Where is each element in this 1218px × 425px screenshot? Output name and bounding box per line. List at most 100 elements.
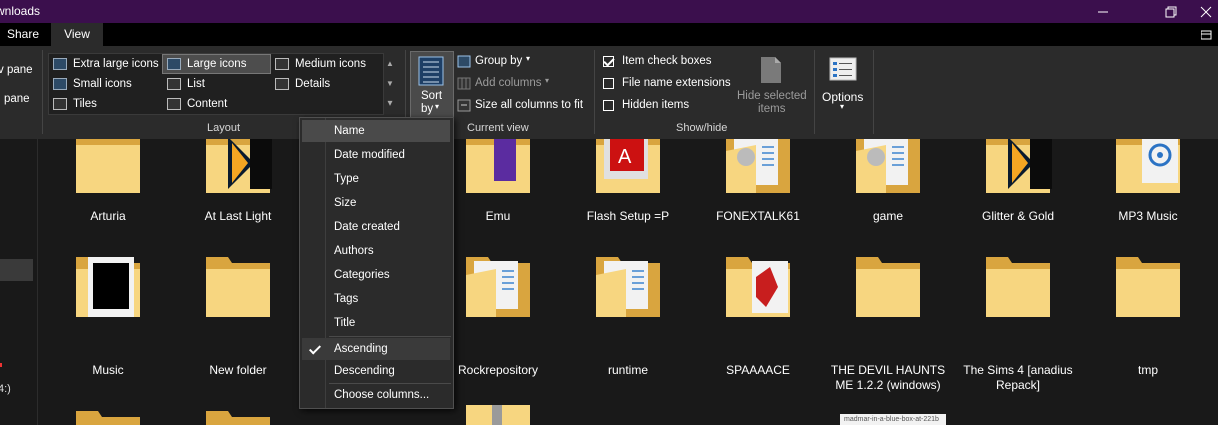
navigation-pane: 4:): [0, 139, 38, 425]
size-all-columns-button[interactable]: Size all columns to fit: [475, 99, 583, 111]
sort-menu-item-tags[interactable]: Tags: [302, 288, 450, 310]
layout-gallery-scroll[interactable]: ▲ ▼ ▾: [383, 54, 397, 114]
medium-icons-icon: [275, 58, 289, 70]
separator: [594, 50, 595, 134]
svg-text:A: A: [618, 146, 632, 168]
nav-drive-label[interactable]: 4:): [0, 383, 11, 395]
folder-icon: [986, 257, 1050, 317]
layout-large-icons[interactable]: Large icons: [162, 54, 271, 74]
close-icon: [1200, 6, 1212, 17]
file-name-extensions-label[interactable]: File name extensions: [622, 77, 731, 89]
list-icon: [167, 78, 181, 90]
file-name: THE DEVIL HAUNTS ME 1.2.2 (windows): [830, 363, 946, 392]
folder-icon: [986, 139, 1052, 193]
file-list: A madmar-in-a-blue-box-at-221b Arturia A…: [38, 139, 1218, 425]
chevron-down-icon: ▾: [435, 102, 440, 111]
ribbon-expand-icon[interactable]: [1201, 30, 1213, 40]
nav-marker: [0, 363, 2, 367]
layout-label: Content: [187, 98, 228, 110]
folder-icon: [466, 139, 530, 193]
layout-label: Medium icons: [295, 58, 366, 70]
item-check-boxes-checkbox[interactable]: [603, 56, 614, 67]
layout-label: Details: [295, 78, 331, 90]
small-icons-icon: [53, 78, 67, 90]
content-icon: [167, 98, 181, 110]
sort-menu-item-date-modified[interactable]: Date modified: [302, 144, 450, 166]
sort-menu-item-size[interactable]: Size: [302, 192, 450, 214]
chevron-down-icon: ▾: [840, 102, 845, 111]
file-name: Flash Setup =P: [586, 209, 670, 223]
chevron-down-icon: ▾: [526, 54, 531, 63]
layout-list[interactable]: List: [163, 75, 270, 93]
sort-by-menu: Name Date modified Type Size Date create…: [299, 117, 454, 409]
sort-menu-item-authors[interactable]: Authors: [302, 240, 450, 262]
tab-view[interactable]: View: [51, 23, 103, 46]
sort-menu-item-name[interactable]: Name: [302, 120, 450, 142]
minimize-button[interactable]: [1080, 0, 1126, 23]
sort-menu-item-descending[interactable]: Descending: [302, 360, 450, 382]
item-check-boxes-label[interactable]: Item check boxes: [622, 55, 711, 67]
sort-menu-item-choose-columns[interactable]: Choose columns...: [302, 384, 450, 406]
layout-label: Large icons: [187, 58, 247, 70]
folder-icon: [206, 257, 270, 317]
layout-details[interactable]: Details: [271, 75, 381, 93]
layout-label: List: [187, 78, 205, 90]
folder-icon: [206, 411, 270, 425]
hidden-items-checkbox[interactable]: [603, 100, 614, 111]
layout-medium-icons[interactable]: Medium icons: [271, 55, 381, 73]
checkmark-icon: [308, 342, 322, 355]
current-view-group-label: Current view: [467, 122, 529, 134]
hide-selected-label-1[interactable]: Hide selected: [737, 90, 807, 102]
sort-menu-item-categories[interactable]: Categories: [302, 264, 450, 286]
layout-extra-large-icons[interactable]: Extra large icons: [49, 55, 161, 73]
folder-icon: [725, 139, 791, 194]
sort-menu-item-ascending[interactable]: Ascending: [302, 338, 450, 360]
more-icon[interactable]: ▾: [383, 94, 397, 114]
add-columns-button[interactable]: Add columns: [475, 77, 541, 89]
layout-tiles[interactable]: Tiles: [49, 95, 161, 113]
file-name: MP3 Music: [1118, 209, 1178, 223]
layout-content[interactable]: Content: [163, 95, 270, 113]
folder-icon: [1116, 257, 1180, 317]
folder-icon: [465, 256, 531, 318]
file-name: New folder: [209, 363, 267, 377]
details-pane-button[interactable]: pane: [4, 93, 30, 105]
sort-by-label-1: Sort: [421, 90, 443, 102]
folder-icon: [466, 405, 530, 425]
folder-icon: [856, 257, 920, 317]
chevron-down-icon[interactable]: ▼: [383, 74, 397, 94]
layout-label: Small icons: [73, 78, 132, 90]
separator: [814, 50, 815, 134]
sort-by-icon: [418, 56, 444, 86]
group-by-button[interactable]: Group by: [475, 55, 522, 67]
file-name: Music: [92, 363, 124, 377]
sort-menu-item-title[interactable]: Title: [302, 312, 450, 334]
chevron-up-icon[interactable]: ▲: [383, 54, 397, 74]
menu-separator: [329, 336, 451, 337]
thumbnail-caption: madmar-in-a-blue-box-at-221b: [844, 416, 939, 423]
file-name: Glitter & Gold: [981, 209, 1055, 223]
preview-pane-button[interactable]: v pane: [0, 64, 33, 76]
sort-menu-item-type[interactable]: Type: [302, 168, 450, 190]
file-name-extensions-checkbox[interactable]: [603, 78, 614, 89]
folder-icon: [76, 139, 140, 193]
nav-selected-item[interactable]: [0, 259, 33, 281]
file-name: runtime: [607, 363, 648, 377]
folder-icon: [76, 257, 140, 317]
tab-share[interactable]: Share: [7, 23, 47, 46]
sort-menu-item-date-created[interactable]: Date created: [302, 216, 450, 238]
folder-icon: [855, 139, 921, 194]
details-icon: [275, 78, 289, 90]
sort-by-button[interactable]: Sort by ▾: [410, 51, 454, 119]
folder-icon: [595, 256, 661, 318]
hidden-items-label[interactable]: Hidden items: [622, 99, 689, 111]
title-bar: wnloads: [0, 0, 1218, 23]
hide-selected-label-2[interactable]: items: [758, 103, 785, 115]
restore-button[interactable]: [1148, 0, 1194, 23]
add-columns-icon: [457, 77, 471, 90]
group-by-icon: [457, 55, 471, 68]
layout-gallery: Extra large icons Large icons Medium ico…: [48, 53, 384, 115]
layout-small-icons[interactable]: Small icons: [49, 75, 161, 93]
minimize-icon: [1098, 11, 1108, 12]
close-button[interactable]: [1194, 0, 1218, 23]
